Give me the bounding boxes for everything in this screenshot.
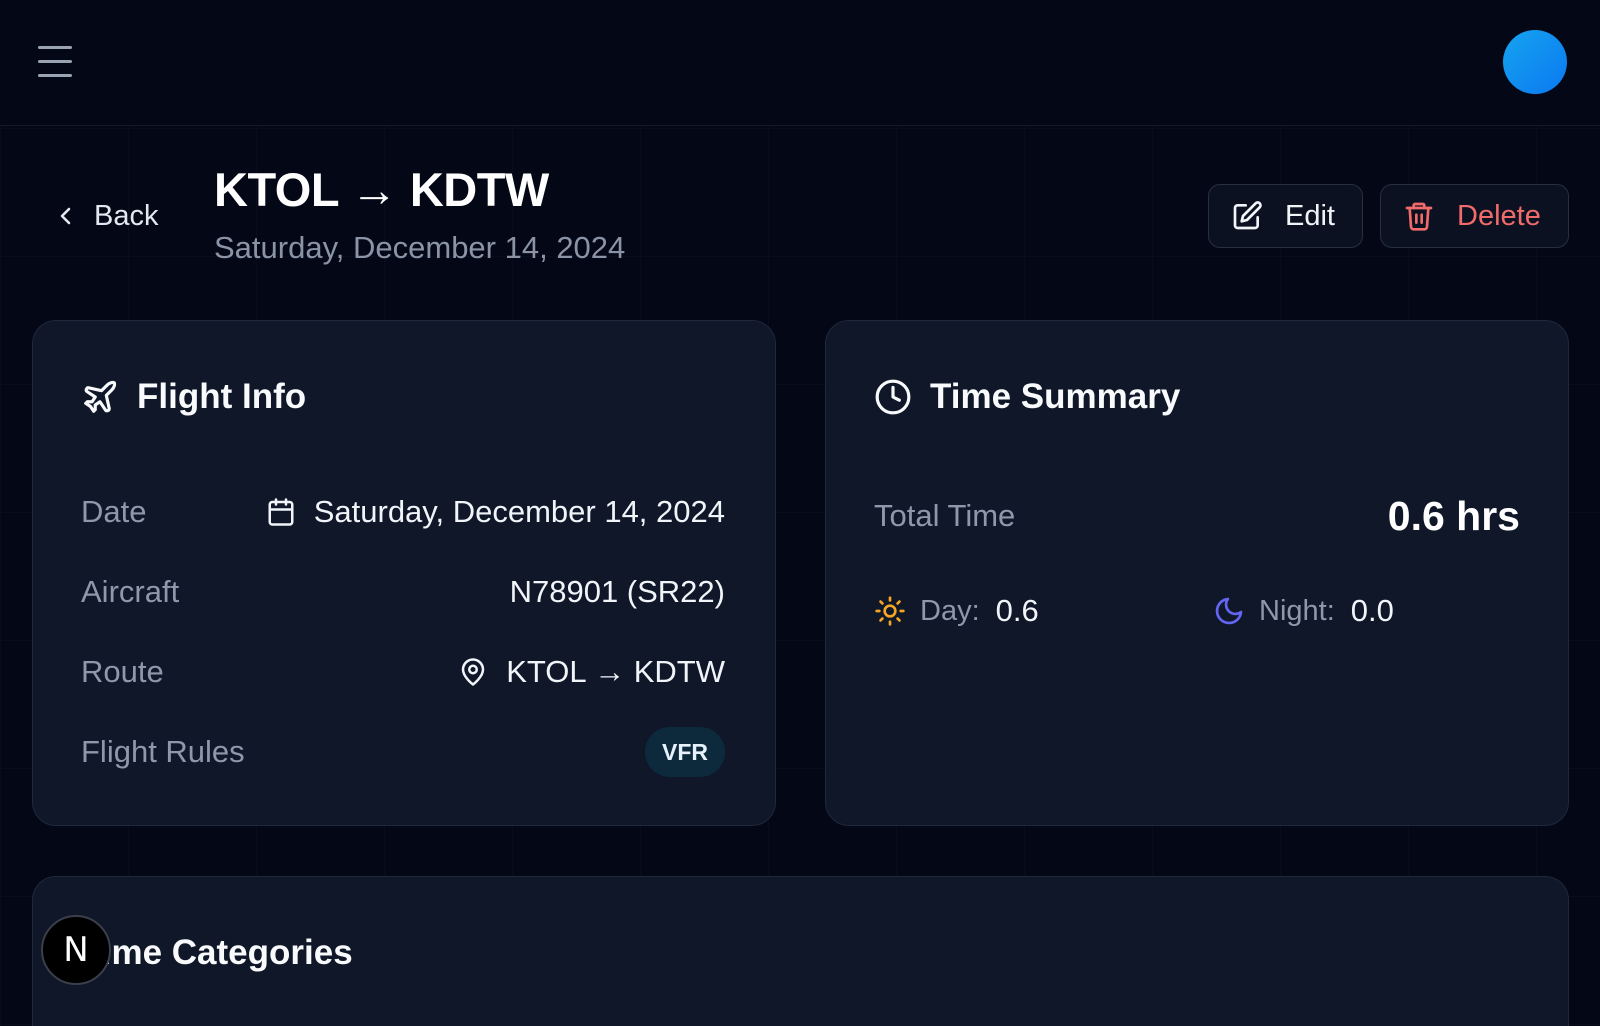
delete-button[interactable]: Delete: [1380, 184, 1569, 248]
page-title: KTOL → KDTW: [214, 163, 549, 216]
time-summary-header: Time Summary: [874, 377, 1180, 417]
info-label: Route: [81, 654, 164, 689]
avatar[interactable]: [1503, 30, 1567, 94]
info-row-flight-rules: Flight Rules VFR: [81, 727, 725, 777]
night-value: 0.0: [1350, 593, 1394, 628]
dev-tools-badge[interactable]: N: [41, 915, 111, 985]
info-value: KTOL → KDTW: [506, 654, 725, 689]
day-label: Day:: [920, 594, 980, 627]
night-time: Night: 0.0: [1213, 591, 1394, 631]
sun-icon: [875, 596, 905, 626]
delete-label: Delete: [1457, 199, 1541, 232]
map-pin-icon: [462, 658, 485, 686]
info-row-aircraft: Aircraft N78901 (SR22): [81, 567, 725, 617]
time-categories-title: Time Categories: [81, 933, 353, 972]
info-row-date: Date Saturday, December 14, 2024: [81, 487, 725, 537]
info-value-wrap: Saturday, December 14, 2024: [266, 494, 725, 530]
info-label: Flight Rules: [81, 734, 245, 769]
time-summary-card: Time Summary Total Time 0.6 hrs Day: 0.6…: [825, 320, 1569, 826]
info-value-wrap: KTOL → KDTW: [458, 654, 725, 690]
moon-icon: [1215, 597, 1243, 625]
info-label: Aircraft: [81, 574, 180, 609]
back-label: Back: [94, 199, 159, 232]
calendar-icon: [268, 498, 294, 526]
flight-info-card: Flight Info Date Saturday, December 14, …: [32, 320, 776, 826]
menu-button[interactable]: [36, 42, 76, 82]
total-time-label: Total Time: [874, 498, 1016, 533]
total-time-row: Total Time 0.6 hrs: [874, 491, 1520, 541]
page-subtitle: Saturday, December 14, 2024: [214, 230, 626, 265]
chevron-left-icon: [60, 207, 71, 225]
time-categories-card: Time Categories: [32, 876, 1569, 1026]
hamburger-icon: [38, 46, 72, 49]
back-button[interactable]: Back: [56, 196, 158, 236]
flight-info-title: Flight Info: [137, 377, 307, 416]
edit-label: Edit: [1285, 199, 1335, 232]
night-label: Night:: [1259, 594, 1335, 627]
hamburger-icon-line: [38, 60, 72, 63]
total-time-value: 0.6 hrs: [1387, 492, 1520, 539]
info-value: Saturday, December 14, 2024: [313, 494, 725, 529]
plane-icon: [84, 380, 117, 413]
edit-icon: [1233, 201, 1262, 230]
info-value: N78901 (SR22): [509, 574, 725, 609]
day-time: Day: 0.6: [874, 591, 1039, 631]
clock-icon: [875, 379, 911, 415]
edit-button[interactable]: Edit: [1208, 184, 1363, 248]
trash-icon: [1405, 202, 1433, 231]
flight-info-header: Flight Info: [81, 377, 306, 417]
top-bar: [0, 0, 1600, 126]
flight-rules-badge: VFR: [645, 727, 725, 777]
dev-badge-label: N: [63, 930, 89, 970]
time-summary-title: Time Summary: [930, 377, 1181, 416]
hamburger-icon-line: [38, 74, 72, 77]
info-row-route: Route KTOL → KDTW: [81, 647, 725, 697]
day-value: 0.6: [995, 593, 1039, 628]
info-label: Date: [81, 494, 147, 529]
